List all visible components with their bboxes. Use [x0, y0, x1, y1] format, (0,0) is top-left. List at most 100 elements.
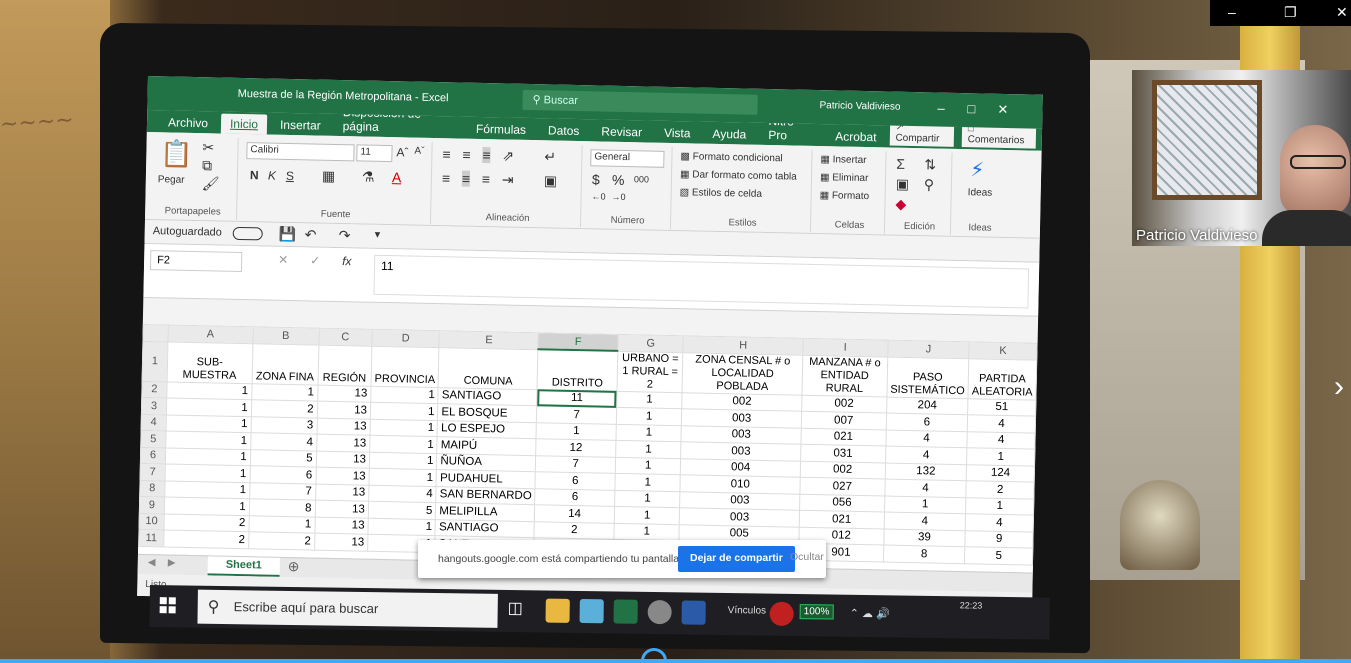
cell[interactable]: 11: [537, 389, 617, 408]
row-header[interactable]: 9: [139, 496, 165, 514]
column-header[interactable]: I: [802, 338, 888, 357]
row-header[interactable]: 8: [139, 479, 165, 497]
orientation-icon[interactable]: ⇗: [502, 147, 514, 164]
cell[interactable]: 1: [616, 390, 683, 409]
cell[interactable]: 7: [536, 405, 617, 424]
cell[interactable]: 027: [799, 477, 885, 496]
sort-filter-icon[interactable]: ⇅: [924, 156, 936, 173]
tab-inicio[interactable]: Inicio: [220, 113, 268, 135]
cell[interactable]: 031: [800, 444, 886, 463]
indent-icon[interactable]: ⇥: [502, 171, 514, 188]
cell[interactable]: EL BOSQUE: [437, 403, 538, 423]
grow-font-icon[interactable]: Aˆ: [396, 145, 408, 159]
align-top-icon[interactable]: ≡: [442, 146, 451, 162]
cell[interactable]: 5: [250, 449, 317, 468]
cell[interactable]: 1: [367, 517, 436, 536]
tab-insertar[interactable]: Insertar: [271, 115, 330, 136]
format-painter-icon[interactable]: 🖌: [202, 175, 220, 192]
cell[interactable]: 39: [883, 528, 966, 547]
links-toolbar[interactable]: Vínculos: [728, 605, 767, 617]
name-box[interactable]: F2: [149, 250, 243, 273]
cell[interactable]: LO ESPEJO: [437, 420, 537, 439]
cell[interactable]: 1: [248, 515, 315, 534]
app2-icon[interactable]: [681, 600, 706, 625]
cell[interactable]: 7: [535, 455, 616, 474]
notepad-icon[interactable]: [579, 599, 604, 624]
minimize-icon[interactable]: –: [937, 101, 945, 116]
cell[interactable]: PROVINCIA: [370, 345, 440, 388]
insert-function-icon[interactable]: fx: [342, 254, 352, 268]
chevron-right-icon[interactable]: ›: [1334, 370, 1344, 404]
cell[interactable]: 1: [165, 414, 252, 433]
cell[interactable]: 1: [884, 495, 967, 514]
tab-datos[interactable]: Datos: [539, 120, 589, 141]
cell[interactable]: 6: [535, 488, 615, 507]
cell[interactable]: 13: [315, 450, 370, 469]
cell[interactable]: 2: [534, 521, 615, 540]
cell[interactable]: 2: [163, 513, 250, 532]
cell[interactable]: 1: [369, 435, 438, 454]
cell[interactable]: 2: [251, 399, 318, 418]
cell[interactable]: 51: [967, 398, 1036, 417]
acrobat-icon[interactable]: [769, 601, 794, 626]
cell[interactable]: PARTIDA ALEATORIA: [968, 358, 1037, 400]
cut-icon[interactable]: ✂: [202, 139, 214, 156]
column-header[interactable]: J: [887, 340, 970, 359]
tab-revisar[interactable]: Revisar: [592, 121, 651, 142]
cell[interactable]: 1: [615, 456, 682, 475]
undo-icon[interactable]: ↶: [305, 226, 317, 243]
cell[interactable]: 6: [249, 465, 316, 484]
cell[interactable]: 132: [884, 462, 967, 481]
find-icon[interactable]: ⚲: [924, 176, 935, 193]
cell[interactable]: 1: [370, 402, 439, 421]
search-box[interactable]: ⚲ Buscar: [522, 89, 758, 115]
paste-icon[interactable]: 📋: [160, 138, 193, 170]
minimize-icon[interactable]: –: [1228, 4, 1236, 20]
add-sheet-icon[interactable]: ⊕: [288, 558, 300, 575]
column-header[interactable]: A: [167, 324, 253, 344]
cell[interactable]: 4: [967, 414, 1036, 433]
cell[interactable]: 1: [251, 383, 318, 402]
align-center-icon[interactable]: ≡: [461, 170, 471, 187]
tab-vista[interactable]: Vista: [655, 123, 700, 144]
next-sheet-icon[interactable]: ▶: [168, 558, 176, 569]
row-header[interactable]: 10: [139, 512, 165, 530]
row-header[interactable]: 1: [142, 340, 168, 382]
cell[interactable]: 1: [536, 422, 617, 441]
align-right-icon[interactable]: ≡: [482, 171, 491, 187]
cell[interactable]: 4: [885, 446, 968, 465]
select-all-corner[interactable]: [142, 324, 169, 342]
cell[interactable]: 002: [801, 394, 887, 414]
file-explorer-icon[interactable]: [545, 598, 570, 623]
cell[interactable]: 124: [966, 464, 1035, 483]
align-bottom-icon[interactable]: ≡: [482, 147, 491, 164]
task-view-icon[interactable]: ◫: [508, 598, 532, 622]
cell[interactable]: 4: [250, 432, 317, 451]
wrap-text-icon[interactable]: ↵: [544, 148, 556, 165]
column-header[interactable]: G: [617, 334, 684, 353]
clear-icon[interactable]: ◆: [895, 196, 906, 213]
cell[interactable]: 5: [964, 546, 1033, 565]
font-name-select[interactable]: Calibri: [246, 142, 355, 162]
cell[interactable]: 4: [885, 429, 968, 448]
merge-icon[interactable]: ▣: [544, 172, 558, 189]
autosave-toggle[interactable]: [232, 226, 263, 241]
cell[interactable]: COMUNA: [438, 347, 539, 390]
comma-style-icon[interactable]: 000: [634, 174, 649, 184]
cell[interactable]: 1: [164, 480, 250, 499]
close-icon[interactable]: ✕: [1336, 4, 1348, 21]
cell[interactable]: 4: [884, 479, 967, 498]
cell[interactable]: 1: [613, 522, 680, 541]
cell[interactable]: 9: [965, 530, 1034, 549]
cell[interactable]: 13: [316, 434, 370, 452]
cell[interactable]: 1: [369, 451, 438, 470]
cell[interactable]: DISTRITO: [537, 349, 618, 391]
cell[interactable]: 056: [799, 493, 885, 513]
fill-icon[interactable]: ▣: [896, 176, 910, 193]
tab-formulas[interactable]: Fórmulas: [467, 119, 535, 140]
cell[interactable]: 2: [248, 531, 315, 550]
underline-button[interactable]: S: [286, 169, 294, 183]
customize-qat-icon[interactable]: ▾: [375, 228, 381, 241]
align-left-icon[interactable]: ≡: [442, 170, 451, 186]
percent-icon[interactable]: %: [612, 172, 625, 188]
